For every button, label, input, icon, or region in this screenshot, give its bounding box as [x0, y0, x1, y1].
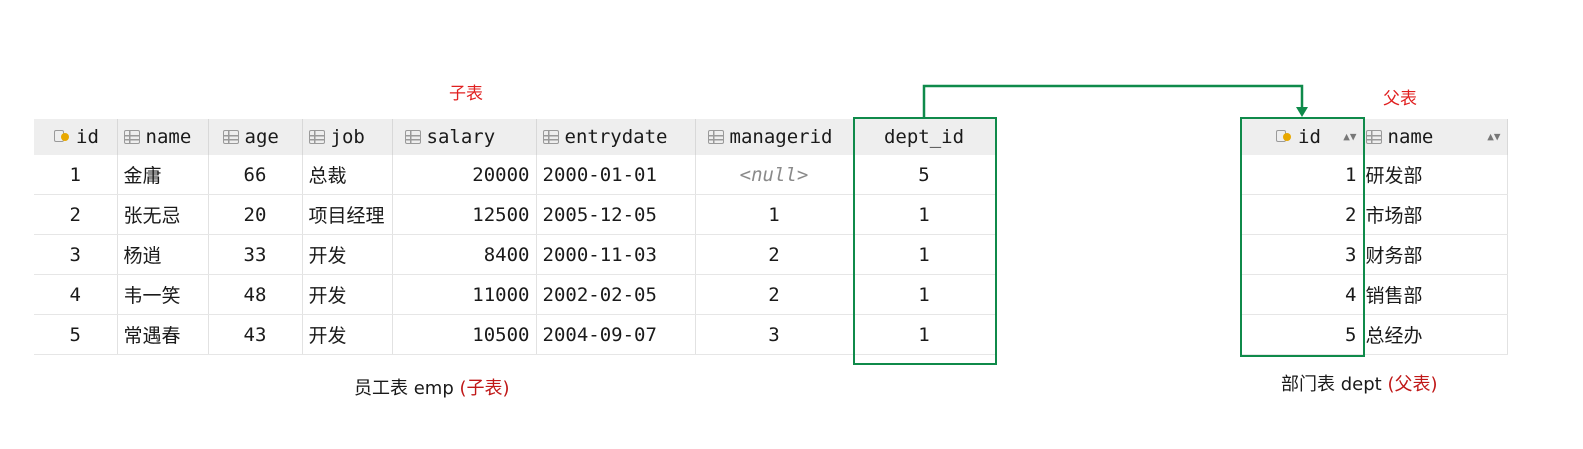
cell-managerid[interactable]: <null>: [695, 155, 854, 195]
cell-id[interactable]: 4: [34, 274, 118, 315]
table-row[interactable]: 5 常遇春 43 开发 10500 2004-09-07 3 1: [34, 314, 996, 355]
cell-id[interactable]: 2: [34, 194, 118, 235]
cell-salary[interactable]: 8400: [392, 234, 537, 275]
cell-salary[interactable]: 11000: [392, 274, 537, 315]
emp-table: id name age job salary entrydate manager…: [34, 119, 996, 355]
table-row[interactable]: 2 张无忌 20 项目经理 12500 2005-12-05 1 1: [34, 194, 996, 235]
cell-name[interactable]: 金庸: [117, 155, 209, 195]
column-icon: [542, 130, 559, 144]
cell-name[interactable]: 财务部: [1363, 234, 1508, 275]
sort-arrows-icon[interactable]: ▲▼: [1487, 130, 1500, 143]
cell-job[interactable]: 开发: [302, 274, 393, 315]
cell-job[interactable]: 项目经理: [302, 194, 393, 235]
column-icon: [222, 130, 239, 144]
dept-caption-tag: (父表): [1387, 374, 1438, 395]
cell-name[interactable]: 杨逍: [117, 234, 209, 275]
column-icon: [308, 130, 325, 144]
cell-salary[interactable]: 12500: [392, 194, 537, 235]
cell-name[interactable]: 总经办: [1363, 314, 1508, 355]
emp-col-name[interactable]: name: [117, 119, 209, 155]
column-icon: [1365, 130, 1382, 144]
primary-key-icon: [54, 130, 70, 144]
cell-managerid[interactable]: 3: [695, 314, 854, 355]
cell-managerid[interactable]: 1: [695, 194, 854, 235]
dept-id-highlight-box: [853, 117, 997, 365]
column-icon: [123, 130, 140, 144]
emp-col-entrydate[interactable]: entrydate: [536, 119, 696, 155]
cell-name[interactable]: 韦一笑: [117, 274, 209, 315]
cell-managerid[interactable]: 2: [695, 234, 854, 275]
table-row[interactable]: 3 杨逍 33 开发 8400 2000-11-03 2 1: [34, 234, 996, 275]
cell-age[interactable]: 20: [208, 194, 303, 235]
column-icon: [707, 130, 724, 144]
cell-entrydate[interactable]: 2005-12-05: [536, 194, 696, 235]
emp-caption: 员工表 emp (子表): [354, 374, 510, 400]
cell-age[interactable]: 43: [208, 314, 303, 355]
cell-entrydate[interactable]: 2002-02-05: [536, 274, 696, 315]
emp-col-age[interactable]: age: [208, 119, 303, 155]
cell-age[interactable]: 48: [208, 274, 303, 315]
emp-col-id[interactable]: id: [34, 119, 118, 155]
cell-name[interactable]: 研发部: [1363, 155, 1508, 195]
cell-entrydate[interactable]: 2000-01-01: [536, 155, 696, 195]
cell-entrydate[interactable]: 2000-11-03: [536, 234, 696, 275]
table-row[interactable]: 4 韦一笑 48 开发 11000 2002-02-05 2 1: [34, 274, 996, 315]
dept-col-name[interactable]: name ▲▼: [1363, 119, 1508, 155]
cell-salary[interactable]: 20000: [392, 155, 537, 195]
emp-col-managerid[interactable]: managerid: [695, 119, 854, 155]
dept-caption: 部门表 dept (父表): [1281, 370, 1437, 396]
cell-name[interactable]: 市场部: [1363, 194, 1508, 235]
dept-caption-text: 部门表 dept: [1281, 374, 1388, 395]
cell-salary[interactable]: 10500: [392, 314, 537, 355]
emp-header-row: id name age job salary entrydate manager…: [34, 119, 996, 155]
foreign-key-arrow: [922, 84, 1308, 117]
child-table-marker: 子表: [449, 84, 483, 104]
cell-age[interactable]: 33: [208, 234, 303, 275]
emp-col-job[interactable]: job: [302, 119, 393, 155]
dept-pk-highlight-box: [1240, 117, 1365, 357]
emp-caption-tag: (子表): [459, 378, 510, 399]
cell-name[interactable]: 销售部: [1363, 274, 1508, 315]
table-row[interactable]: 1 金庸 66 总裁 20000 2000-01-01 <null> 5: [34, 155, 996, 195]
cell-job[interactable]: 开发: [302, 234, 393, 275]
cell-entrydate[interactable]: 2004-09-07: [536, 314, 696, 355]
cell-id[interactable]: 5: [34, 314, 118, 355]
cell-id[interactable]: 3: [34, 234, 118, 275]
column-icon: [404, 130, 421, 144]
cell-id[interactable]: 1: [34, 155, 118, 195]
cell-age[interactable]: 66: [208, 155, 303, 195]
emp-caption-text: 员工表 emp: [354, 378, 460, 399]
cell-name[interactable]: 常遇春: [117, 314, 209, 355]
emp-col-salary[interactable]: salary: [392, 119, 537, 155]
cell-name[interactable]: 张无忌: [117, 194, 209, 235]
cell-job[interactable]: 开发: [302, 314, 393, 355]
cell-managerid[interactable]: 2: [695, 274, 854, 315]
parent-table-marker: 父表: [1383, 89, 1417, 109]
cell-job[interactable]: 总裁: [302, 155, 393, 195]
